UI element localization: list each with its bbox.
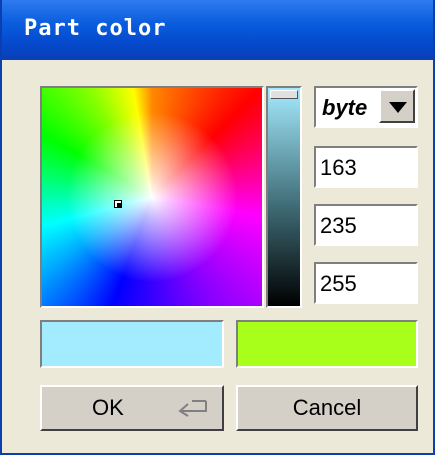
format-dropdown-value: byte <box>322 95 368 120</box>
color-picker-cursor[interactable] <box>114 200 122 208</box>
brightness-slider-thumb[interactable] <box>270 90 298 99</box>
old-color-swatch <box>236 320 418 368</box>
brightness-gradient <box>268 88 300 306</box>
ok-button-label: OK <box>92 395 124 420</box>
part-color-dialog: Part color byte 163 235 255 OK Cancel <box>0 0 435 455</box>
spectrum-glow <box>42 88 262 306</box>
brightness-slider[interactable] <box>266 86 302 308</box>
red-value-field[interactable]: 163 <box>314 146 418 188</box>
new-color-swatch <box>40 320 224 368</box>
ok-button[interactable]: OK <box>40 385 224 431</box>
format-dropdown[interactable]: byte <box>314 86 418 128</box>
window-title: Part color <box>24 16 167 41</box>
blue-value-field[interactable]: 255 <box>314 262 418 304</box>
color-spectrum[interactable] <box>40 86 264 308</box>
enter-key-icon <box>178 400 207 417</box>
green-value-field[interactable]: 235 <box>314 204 418 246</box>
dropdown-arrow-icon[interactable] <box>379 89 415 123</box>
cancel-button[interactable]: Cancel <box>236 385 418 431</box>
title-bar[interactable]: Part color <box>2 0 433 60</box>
